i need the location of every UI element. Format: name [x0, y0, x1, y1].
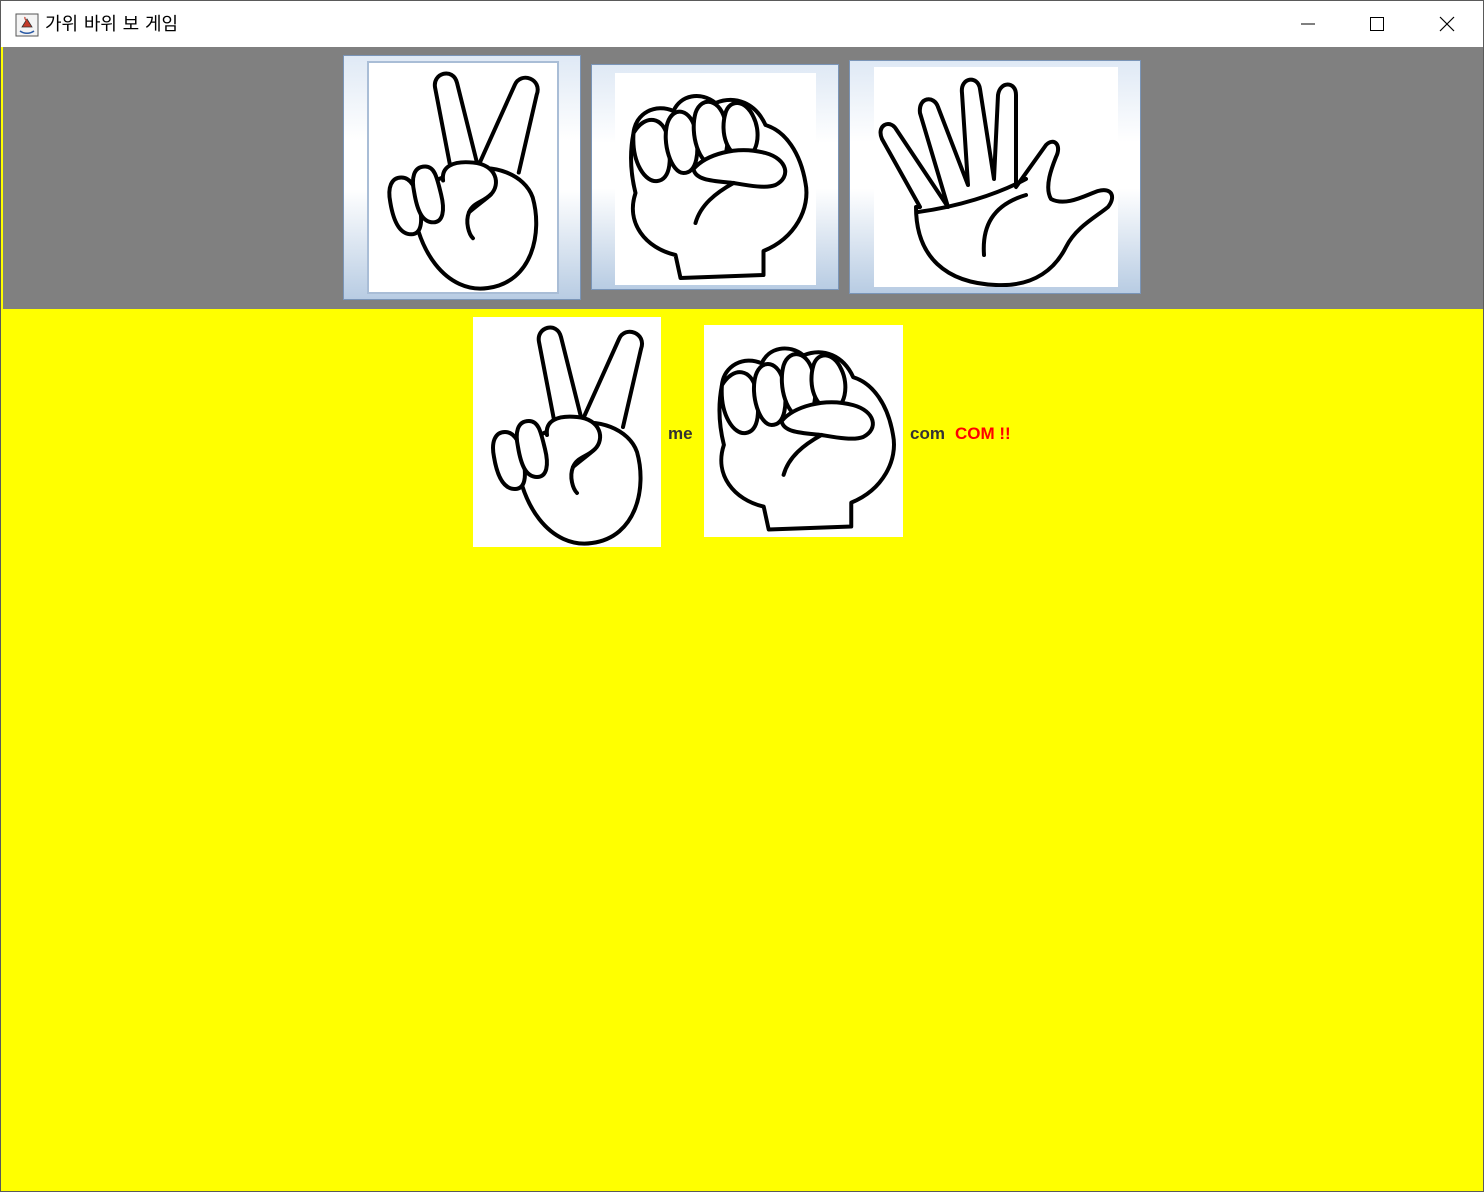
com-choice-image: [704, 325, 903, 537]
minimize-button[interactable]: [1273, 1, 1343, 47]
close-icon: [1439, 16, 1455, 32]
scissors-hand-icon: [367, 61, 559, 294]
result-panel: me com COM !!: [3, 309, 1483, 1191]
game-window: 가위 바위 보 게임 me com COM !!: [0, 0, 1484, 1192]
title-bar[interactable]: 가위 바위 보 게임: [1, 1, 1483, 47]
java-coffee-icon: [15, 13, 39, 37]
me-label: me: [668, 424, 693, 443]
scissors-hand-icon: [473, 317, 661, 547]
minimize-icon: [1300, 16, 1316, 32]
window-title: 가위 바위 보 게임: [45, 14, 179, 35]
me-choice-image: [473, 317, 661, 547]
com-label: com: [910, 424, 945, 443]
rock-fist-icon: [615, 73, 816, 285]
maximize-button[interactable]: [1342, 1, 1412, 47]
rock-button[interactable]: [591, 64, 839, 290]
scissors-button[interactable]: [343, 55, 581, 300]
close-button[interactable]: [1412, 1, 1482, 47]
paper-hand-icon: [874, 67, 1118, 287]
maximize-icon: [1369, 16, 1385, 32]
paper-button[interactable]: [849, 60, 1141, 294]
rock-fist-icon: [704, 325, 903, 537]
choice-panel: [3, 47, 1483, 309]
outcome-label: COM !!: [955, 424, 1011, 443]
